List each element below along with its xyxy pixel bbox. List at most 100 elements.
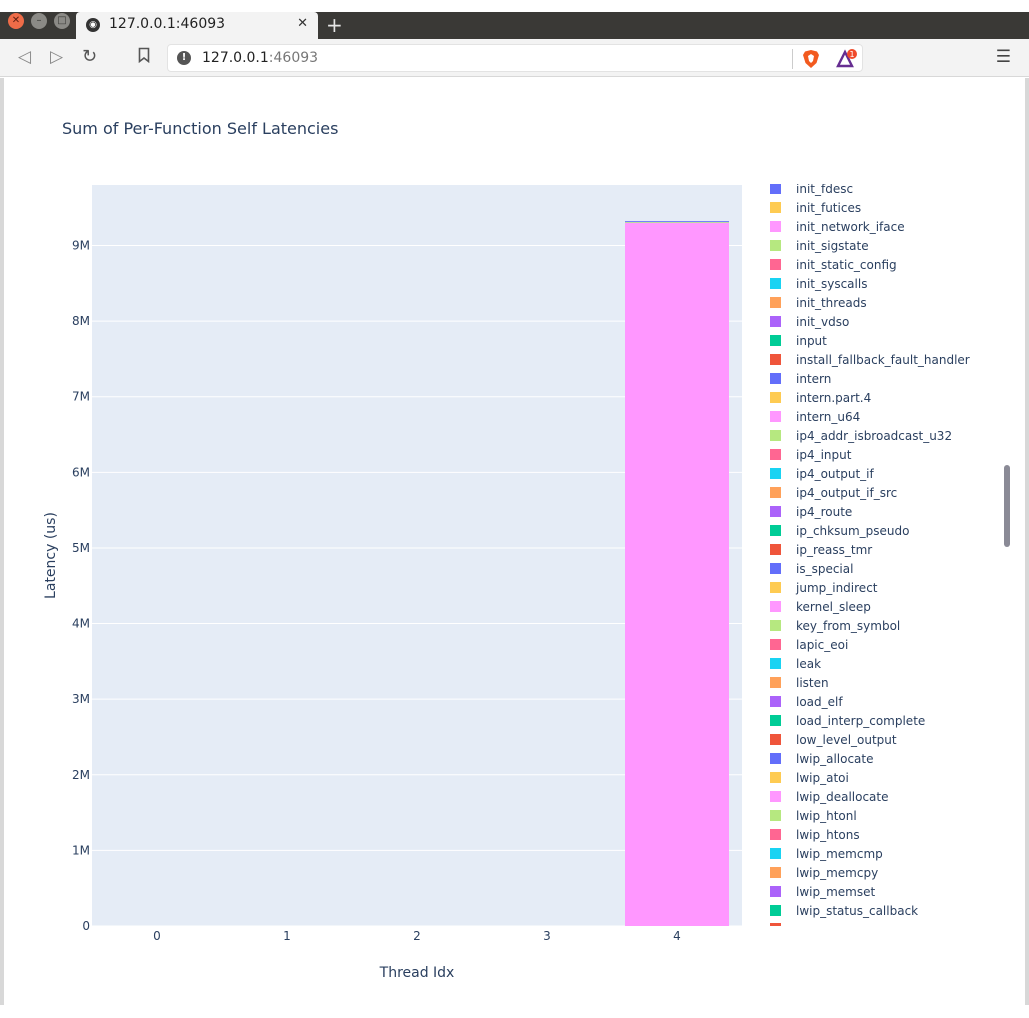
x-axis-title: Thread Idx <box>379 965 455 981</box>
legend-item-label[interactable]: init_network_iface <box>796 220 905 234</box>
legend-item-label[interactable]: init_sigstate <box>796 239 869 253</box>
legend-swatch[interactable] <box>770 525 781 536</box>
legend-swatch[interactable] <box>770 544 781 555</box>
legend-item-label[interactable]: ip4_output_if <box>796 467 875 481</box>
legend-swatch[interactable] <box>770 316 781 327</box>
legend-swatch[interactable] <box>770 791 781 802</box>
legend-scrollbar-thumb[interactable] <box>1004 465 1010 547</box>
legend-swatch[interactable] <box>770 373 781 384</box>
legend-swatch[interactable] <box>770 202 781 213</box>
y-tick-label: 0 <box>82 919 90 933</box>
bar-ip4_addr_isbroadcast_u32-thread-4[interactable] <box>625 222 729 223</box>
legend-item-label[interactable]: leak <box>796 657 821 671</box>
y-tick-label: 7M <box>72 390 90 404</box>
legend-swatch[interactable] <box>770 772 781 783</box>
legend-swatch[interactable] <box>770 639 781 650</box>
legend-item-label[interactable]: init_threads <box>796 296 867 310</box>
legend-item-label[interactable]: listen <box>796 676 829 690</box>
y-axis-title: Latency (us) <box>43 512 59 599</box>
legend-swatch[interactable] <box>770 563 781 574</box>
legend-item-label[interactable]: init_fdesc <box>796 182 853 196</box>
legend-item-label[interactable]: ip4_addr_isbroadcast_u32 <box>796 429 952 443</box>
y-tick-label: 4M <box>72 617 90 631</box>
legend-swatch[interactable] <box>770 392 781 403</box>
legend-swatch[interactable] <box>770 810 781 821</box>
legend-item-label[interactable]: init_vdso <box>796 315 849 329</box>
legend-item-label[interactable]: lwip_memset <box>796 885 875 899</box>
legend-item-label[interactable]: init_static_config <box>796 258 897 272</box>
y-tick-label: 2M <box>72 768 90 782</box>
legend-item-label[interactable]: intern_u64 <box>796 410 860 424</box>
legend-item-label[interactable]: input <box>796 334 827 348</box>
legend-item-label[interactable]: init_syscalls <box>796 277 867 291</box>
legend-item-label[interactable]: lwip_status_callback <box>796 904 918 918</box>
legend-swatch[interactable] <box>770 354 781 365</box>
legend-swatch[interactable] <box>770 183 781 194</box>
legend-item-label[interactable]: is_special <box>796 562 853 576</box>
y-tick-label: 6M <box>72 465 90 479</box>
legend-swatch[interactable] <box>770 221 781 232</box>
legend-swatch[interactable] <box>770 335 781 346</box>
legend-item-label[interactable]: lwip_allocate <box>796 752 874 766</box>
legend-swatch[interactable] <box>770 278 781 289</box>
legend-item-label[interactable]: low_level_output <box>796 733 897 747</box>
legend-item-label[interactable]: load_elf <box>796 695 843 709</box>
legend-item-label[interactable]: ip4_route <box>796 505 852 519</box>
legend-item-label[interactable]: jump_indirect <box>795 581 878 595</box>
legend-item-label[interactable]: intern <box>796 372 831 386</box>
legend-swatch[interactable] <box>770 734 781 745</box>
legend-item-label[interactable]: intern.part.4 <box>796 391 871 405</box>
legend-swatch-clipped <box>770 923 781 926</box>
y-tick-label: 8M <box>72 314 90 328</box>
legend-item-label[interactable]: ip4_output_if_src <box>796 486 897 500</box>
legend-item-label[interactable]: lwip_htons <box>796 828 860 842</box>
y-tick-label: 1M <box>72 843 90 857</box>
y-tick-label: 3M <box>72 692 90 706</box>
x-tick-label: 3 <box>543 929 551 943</box>
legend: init_fdesc init_futices init_network_iface… <box>770 182 970 926</box>
legend-swatch[interactable] <box>770 506 781 517</box>
legend-swatch[interactable] <box>770 259 781 270</box>
legend-swatch[interactable] <box>770 430 781 441</box>
legend-swatch[interactable] <box>770 601 781 612</box>
legend-swatch[interactable] <box>770 297 781 308</box>
legend-item-label[interactable]: load_interp_complete <box>796 714 925 728</box>
legend-item-label[interactable]: kernel_sleep <box>796 600 871 614</box>
legend-swatch[interactable] <box>770 886 781 897</box>
legend-swatch[interactable] <box>770 487 781 498</box>
legend-swatch[interactable] <box>770 696 781 707</box>
legend-swatch[interactable] <box>770 411 781 422</box>
legend-swatch[interactable] <box>770 677 781 688</box>
legend-item-label[interactable]: lwip_memcpy <box>796 866 878 880</box>
legend-item-label[interactable]: lapic_eoi <box>796 638 848 652</box>
legend-item-label[interactable]: ip_chksum_pseudo <box>796 524 909 538</box>
legend-swatch[interactable] <box>770 905 781 916</box>
legend-item-label[interactable]: lwip_htonl <box>796 809 857 823</box>
legend-swatch[interactable] <box>770 753 781 764</box>
legend-swatch[interactable] <box>770 582 781 593</box>
legend-item-label[interactable]: ip4_input <box>796 448 852 462</box>
legend-swatch[interactable] <box>770 658 781 669</box>
x-tick-label: 2 <box>413 929 421 943</box>
x-tick-label: 4 <box>673 929 681 943</box>
legend-swatch[interactable] <box>770 715 781 726</box>
legend-item-label[interactable]: init_futices <box>796 201 861 215</box>
legend-swatch[interactable] <box>770 848 781 859</box>
legend-swatch[interactable] <box>770 620 781 631</box>
chart-svg: 0 1M 2M 3M 4M 5M 6M 7M 8M 9M 0 1 2 3 4 Thread Idx Latenc… <box>43 182 970 981</box>
legend-item-label[interactable]: key_from_symbol <box>796 619 900 633</box>
legend-swatch[interactable] <box>770 829 781 840</box>
legend-item-label[interactable]: install_fallback_fault_handler <box>796 353 970 367</box>
legend-swatch[interactable] <box>770 468 781 479</box>
legend-swatch[interactable] <box>770 867 781 878</box>
legend-item-label[interactable]: ip_reass_tmr <box>796 543 872 557</box>
bar-intern-thread-4[interactable] <box>625 221 729 223</box>
legend-swatch[interactable] <box>770 240 781 251</box>
x-tick-label: 0 <box>153 929 161 943</box>
x-tick-label: 1 <box>283 929 291 943</box>
legend-item-label[interactable]: lwip_memcmp <box>796 847 883 861</box>
bar-intern_u64-thread-4[interactable] <box>625 222 729 926</box>
legend-item-label[interactable]: lwip_deallocate <box>796 790 889 804</box>
legend-swatch[interactable] <box>770 449 781 460</box>
legend-item-label[interactable]: lwip_atoi <box>796 771 849 785</box>
